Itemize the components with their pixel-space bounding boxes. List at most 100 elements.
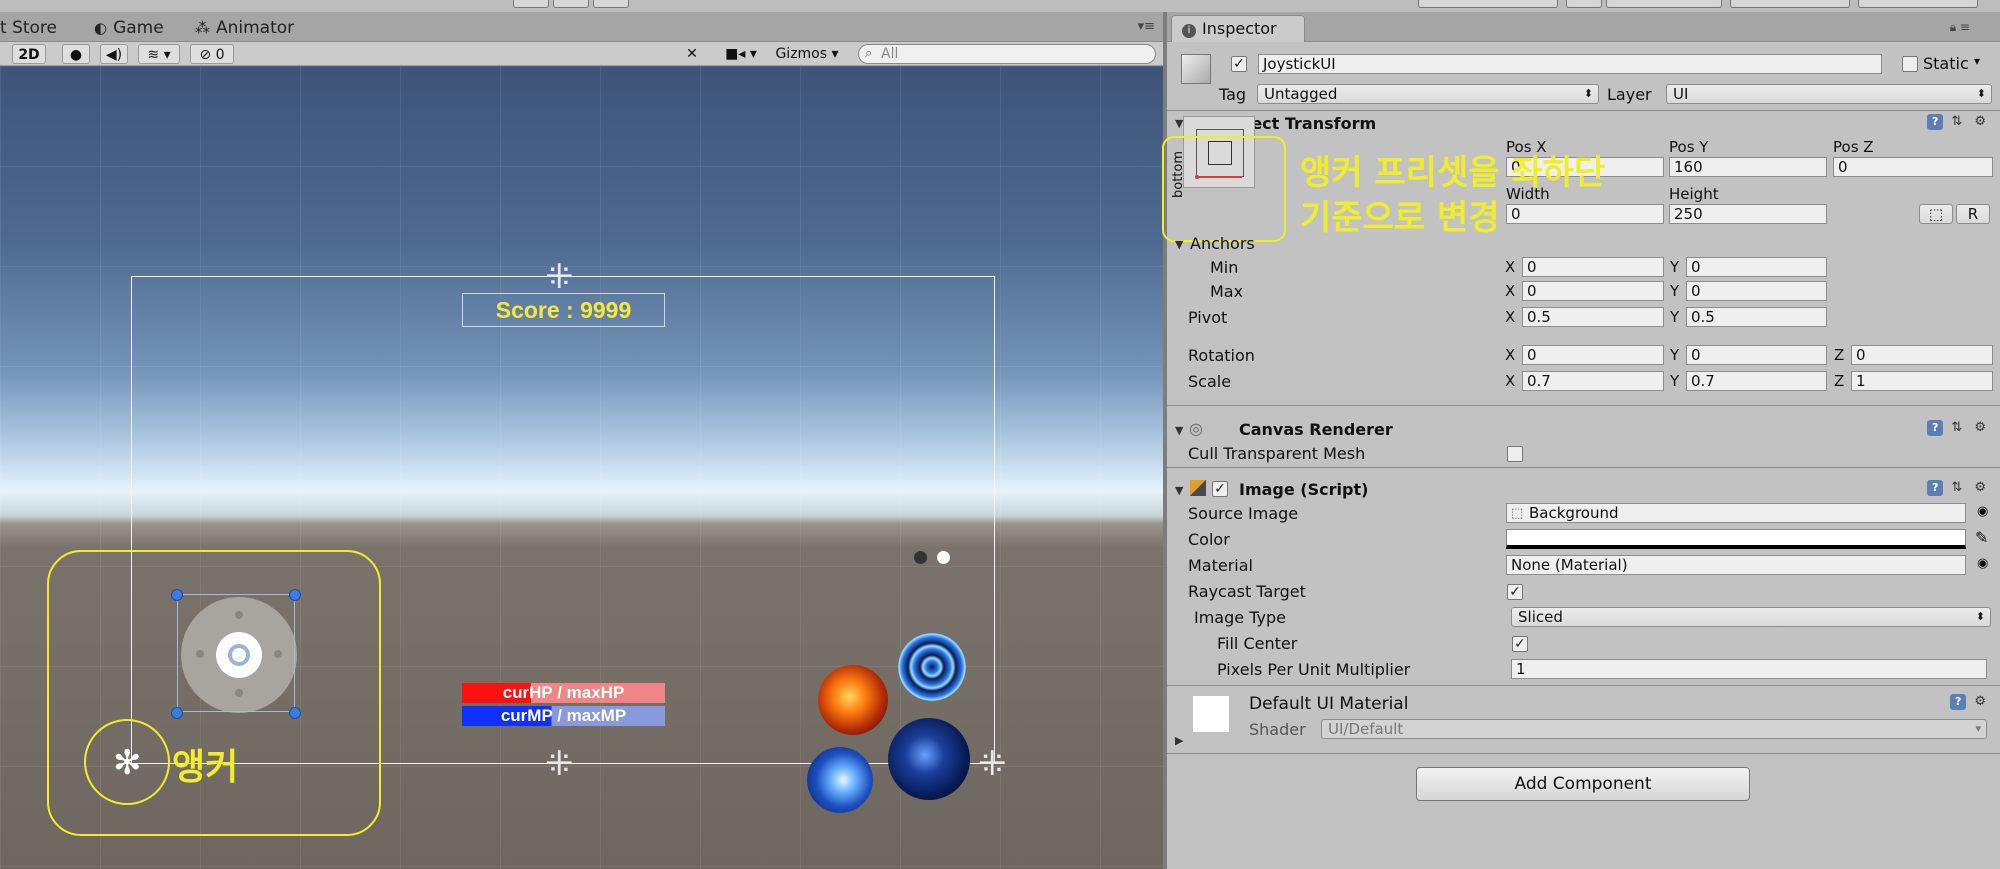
animator-icon: ⁂ xyxy=(195,19,210,37)
image-header-icons[interactable]: ? ⇅ ⚙ xyxy=(1927,480,1990,496)
min-y-axis-label: Y xyxy=(1670,258,1680,276)
canvas-renderer-header-icons[interactable]: ? ⇅ ⚙ xyxy=(1927,420,1990,436)
tab-game[interactable]: ◐ Game xyxy=(94,18,164,38)
rot-z-axis-label: Z xyxy=(1834,346,1845,364)
cull-mesh-checkbox[interactable] xyxy=(1507,446,1523,462)
pos-y-field[interactable]: 160 xyxy=(1669,157,1827,177)
layout-button[interactable] xyxy=(1858,0,1978,8)
material-header-icons[interactable]: ? ⚙ xyxy=(1950,694,1990,710)
active-checkbox[interactable]: ✓ xyxy=(1231,56,1247,72)
canvas-anchor-corner-icon: ⁜ xyxy=(978,744,1007,784)
blueprint-mode-button[interactable]: ⬚ xyxy=(1919,204,1953,224)
rotation-z-field[interactable]: 0 xyxy=(1851,345,1993,365)
scene-search-input[interactable]: ⌕ All xyxy=(858,44,1156,64)
ppu-field[interactable]: 1 xyxy=(1511,659,1987,679)
joystick-anchor-icon[interactable]: ✻ xyxy=(113,746,142,780)
lighting-toggle-icon[interactable]: ● xyxy=(62,44,90,64)
tab-menu-icon[interactable]: ▾≡ xyxy=(1138,19,1155,34)
lock-icon[interactable]: 🔒︎ ≡ xyxy=(1950,20,1970,35)
material-title: Default UI Material xyxy=(1249,694,1409,714)
image-type-dropdown[interactable]: Sliced ⬍ xyxy=(1511,607,1991,627)
mp-bar[interactable]: curMP / maxMP xyxy=(462,706,665,726)
object-picker-icon[interactable]: ◉ xyxy=(1977,504,1988,519)
annotation-anchor-label: 앵커 xyxy=(172,747,239,788)
resize-handle-top-right[interactable] xyxy=(289,589,301,601)
object-name-field[interactable]: JoystickUI xyxy=(1258,54,1882,74)
collab-button[interactable] xyxy=(1418,0,1558,8)
audio-toggle-icon[interactable]: ◀) xyxy=(100,44,128,64)
material-picker-icon[interactable]: ◉ xyxy=(1977,556,1988,571)
width-field[interactable]: 0 xyxy=(1506,204,1664,224)
skill-dark-button[interactable] xyxy=(888,718,970,800)
raycast-checkbox[interactable]: ✓ xyxy=(1507,584,1523,600)
material-field[interactable]: None (Material) xyxy=(1506,555,1966,575)
tag-dropdown[interactable]: Untagged ⬍ xyxy=(1257,84,1599,104)
anchor-min-x-field[interactable]: 0 xyxy=(1522,257,1664,277)
color-field[interactable] xyxy=(1506,529,1966,549)
help-icon[interactable]: ? xyxy=(1927,114,1944,130)
eyedropper-icon[interactable]: ✎ xyxy=(1975,528,1988,547)
scale-z-field[interactable]: 1 xyxy=(1851,371,1993,391)
play-button[interactable] xyxy=(513,0,549,8)
tag-value: Untagged xyxy=(1264,85,1338,103)
skill-lightning-button[interactable] xyxy=(807,747,873,813)
layer-dropdown[interactable]: UI ⬍ xyxy=(1666,84,1992,104)
score-text[interactable]: Score : 9999 xyxy=(462,293,665,327)
resize-handle-bottom-left[interactable] xyxy=(171,707,183,719)
pos-z-field[interactable]: 0 xyxy=(1833,157,1993,177)
static-dropdown-icon[interactable]: ▾ xyxy=(1974,54,1980,68)
foldout-anchors[interactable]: ▼ xyxy=(1175,238,1183,251)
tab-asset-store[interactable]: t Store xyxy=(0,18,57,38)
eye-icon: ⊘ xyxy=(199,47,212,63)
pause-button[interactable] xyxy=(553,0,589,8)
dropdown-arrow-icon: ⬍ xyxy=(1976,87,1986,100)
help-icon[interactable]: ? xyxy=(1927,480,1944,496)
help-icon[interactable]: ? xyxy=(1927,420,1944,436)
pivot-y-field[interactable]: 0.5 xyxy=(1686,307,1827,327)
scale-y-field[interactable]: 0.7 xyxy=(1686,371,1827,391)
rotation-y-field[interactable]: 0 xyxy=(1686,345,1827,365)
image-enabled-checkbox[interactable]: ✓ xyxy=(1212,481,1228,497)
hp-bar[interactable]: curHP / maxHP xyxy=(462,683,665,703)
scale-x-field[interactable]: 0.7 xyxy=(1522,371,1664,391)
source-image-field[interactable]: ⬚ Background xyxy=(1506,503,1966,523)
scale-x-axis-label: X xyxy=(1505,372,1516,390)
raw-edit-button[interactable]: R xyxy=(1956,204,1990,224)
anchor-max-y-field[interactable]: 0 xyxy=(1686,281,1827,301)
tab-animator[interactable]: ⁂ Animator xyxy=(195,18,294,38)
rect-transform-header-icons[interactable]: ? ⇅ ⚙ xyxy=(1927,114,1990,130)
step-button[interactable] xyxy=(593,0,629,8)
skill-fire-button[interactable] xyxy=(818,665,888,735)
pivot-x-field[interactable]: 0.5 xyxy=(1522,307,1664,327)
layers-button[interactable] xyxy=(1730,0,1850,8)
dropdown-arrow-icon: ⬍ xyxy=(1975,610,1985,623)
resize-handle-top-left[interactable] xyxy=(171,589,183,601)
rotation-x-field[interactable]: 0 xyxy=(1522,345,1664,365)
effects-toggle-icon[interactable]: ≋ ▾ xyxy=(138,44,180,64)
resize-handle-bottom-right[interactable] xyxy=(289,707,301,719)
skill-vortex-button[interactable] xyxy=(898,633,966,701)
help-icon[interactable]: ? xyxy=(1950,694,1967,710)
add-component-button[interactable]: Add Component xyxy=(1416,767,1750,801)
camera-icon[interactable]: ■◂ ▾ xyxy=(720,44,762,64)
foldout-canvas-renderer[interactable]: ▼ xyxy=(1175,424,1183,437)
gizmos-dropdown[interactable]: Gizmos ▾ xyxy=(768,44,846,64)
2d-toggle[interactable]: 2D xyxy=(12,44,46,64)
tab-game-label: Game xyxy=(113,18,164,38)
foldout-material[interactable]: ▶ xyxy=(1175,734,1183,747)
cloud-button[interactable] xyxy=(1566,0,1602,8)
height-field[interactable]: 250 xyxy=(1669,204,1827,224)
tools-icon[interactable]: ✕ xyxy=(680,44,704,64)
anchor-max-x-field[interactable]: 0 xyxy=(1522,281,1664,301)
tab-inspector[interactable]: i Inspector xyxy=(1171,15,1305,42)
fill-center-checkbox[interactable]: ✓ xyxy=(1512,636,1528,652)
anchors-label: Anchors xyxy=(1190,234,1255,253)
inspector-panel: i Inspector 🔒︎ ≡ ✓ JoystickUI Static ▾ Ta… xyxy=(1162,12,2000,869)
scene-view[interactable]: ⁜ ⁜ ⁜ Score : 9999 curHP / maxHP curMP /… xyxy=(0,66,1163,869)
foldout-image[interactable]: ▼ xyxy=(1175,484,1183,497)
anchor-min-y-field[interactable]: 0 xyxy=(1686,257,1827,277)
account-button[interactable] xyxy=(1606,0,1722,8)
static-checkbox[interactable] xyxy=(1902,56,1918,72)
hidden-objects-toggle[interactable]: ⊘ 0 xyxy=(190,44,234,64)
shader-dropdown[interactable]: UI/Default ▾ xyxy=(1321,719,1987,739)
